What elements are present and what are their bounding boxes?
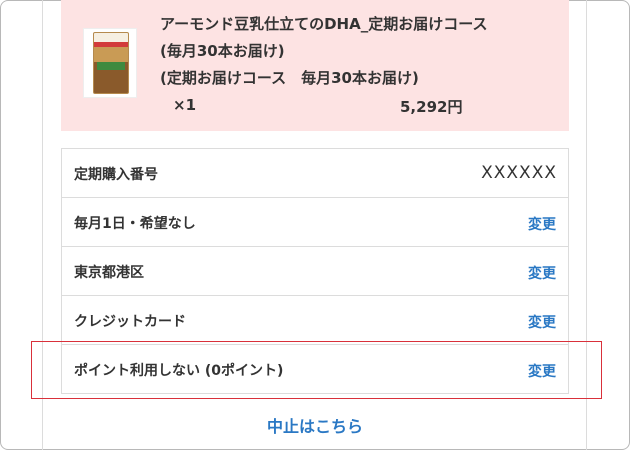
address-row: 東京都港区 変更 xyxy=(62,247,568,296)
subscription-number-value: XXXXXX xyxy=(481,163,557,183)
points-row-highlight xyxy=(31,341,602,399)
address-label: 東京都港区 xyxy=(74,265,144,281)
product-package-icon xyxy=(93,32,129,94)
delivery-schedule-label: 毎月1日・希望なし xyxy=(74,216,196,232)
delivery-schedule-change-link[interactable]: 変更 xyxy=(528,214,556,234)
payment-change-link[interactable]: 変更 xyxy=(528,312,556,332)
subscription-number-label: 定期購入番号 xyxy=(74,167,158,183)
product-course: (定期お届けコース 毎月30本お届け) xyxy=(160,69,419,87)
payment-row: クレジットカード 変更 xyxy=(62,296,568,345)
product-summary: アーモンド豆乳仕立てのDHA_定期お届けコース (毎月30本お届け) (定期お届… xyxy=(61,0,569,131)
product-image xyxy=(83,28,137,98)
address-change-link[interactable]: 変更 xyxy=(528,263,556,283)
subscription-number-row: 定期購入番号 XXXXXX xyxy=(62,149,568,198)
product-title: アーモンド豆乳仕立てのDHA_定期お届けコース xyxy=(160,15,488,33)
package-band xyxy=(94,42,128,47)
delivery-schedule-row: 毎月1日・希望なし 変更 xyxy=(62,198,568,247)
product-frequency: (毎月30本お届け) xyxy=(160,42,285,60)
product-price: 5,292円 xyxy=(400,98,463,116)
cancel-subscription-link[interactable]: 中止はこちら xyxy=(0,413,630,437)
payment-label: クレジットカード xyxy=(74,314,186,330)
package-label xyxy=(97,62,125,70)
product-quantity: ×1 xyxy=(173,96,197,114)
